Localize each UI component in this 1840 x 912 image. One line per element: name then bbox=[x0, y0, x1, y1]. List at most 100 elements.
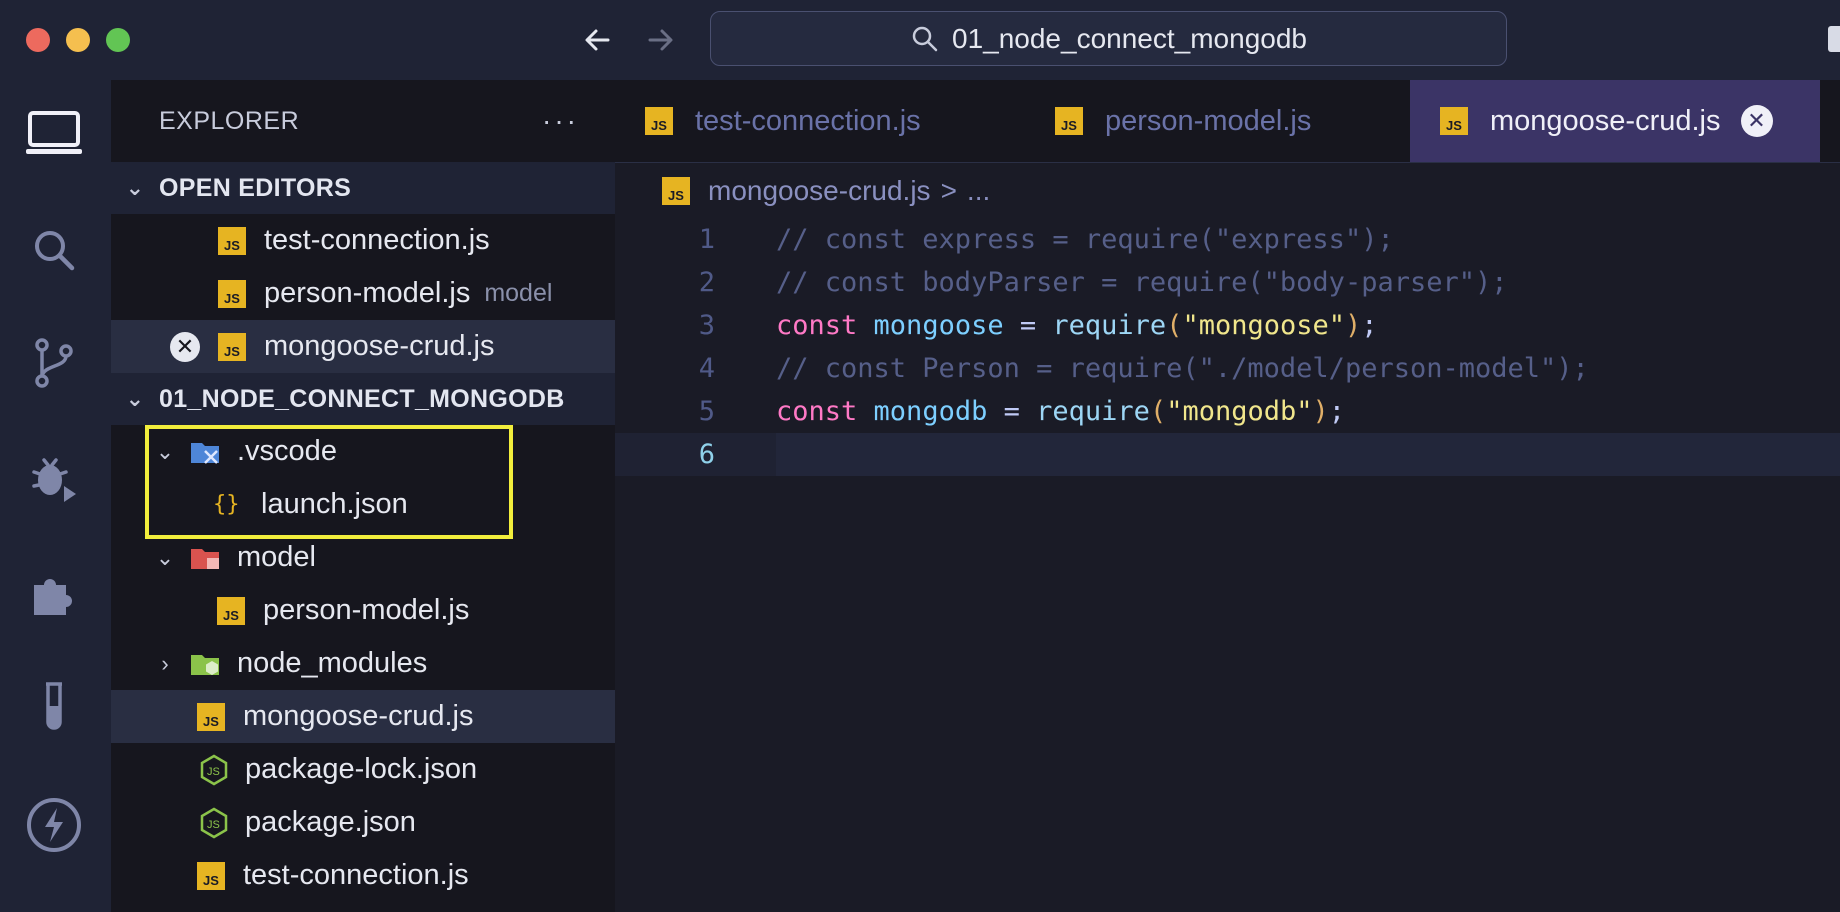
open-editor-description: model bbox=[484, 279, 553, 307]
tree-item-label: model bbox=[237, 541, 316, 573]
code-line[interactable]: 3 const mongoose = require("mongoose"); bbox=[615, 304, 1840, 347]
workspace-section-header[interactable]: ⌄ 01_NODE_CONNECT_MONGODB bbox=[111, 373, 615, 425]
code-token: require bbox=[1052, 310, 1167, 341]
close-tab-icon[interactable]: ✕ bbox=[1740, 105, 1773, 137]
current-line-highlight bbox=[776, 433, 1840, 476]
open-editors-title: OPEN EDITORS bbox=[159, 173, 352, 202]
minimize-window-button[interactable] bbox=[66, 28, 90, 52]
testing-icon[interactable] bbox=[22, 676, 86, 740]
tab-label: test-connection.js bbox=[695, 104, 921, 137]
code-token: const bbox=[776, 396, 858, 427]
tree-file-person-model[interactable]: JS person-model.js bbox=[111, 584, 615, 637]
tree-folder-node-modules[interactable]: › node_modules bbox=[111, 637, 615, 690]
open-editors-section-header[interactable]: ⌄ OPEN EDITORS bbox=[111, 162, 615, 214]
svg-text:JS: JS bbox=[207, 819, 220, 831]
tree-file-test-connection[interactable]: JS test-connection.js bbox=[111, 849, 615, 902]
tree-file-launch-json[interactable]: {} launch.json bbox=[111, 478, 615, 531]
forward-arrow-icon[interactable] bbox=[640, 20, 680, 60]
tree-file-package-json[interactable]: JS package.json bbox=[111, 796, 615, 849]
close-window-button[interactable] bbox=[26, 28, 50, 52]
open-editor-item[interactable]: ✕ JS mongoose-crud.js bbox=[111, 320, 615, 373]
editor-tabs: JS test-connection.js JS person-model.js… bbox=[615, 80, 1840, 162]
code-token: "mongodb" bbox=[1166, 396, 1313, 427]
tab-label: person-model.js bbox=[1105, 104, 1312, 137]
code-editor[interactable]: 1 // const express = require("express");… bbox=[615, 218, 1840, 476]
tab-mongoose-crud[interactable]: JS mongoose-crud.js ✕ bbox=[1410, 80, 1820, 162]
code-line[interactable]: 4 // const Person = require("./model/per… bbox=[615, 347, 1840, 390]
layout-toggle-icon[interactable] bbox=[1828, 26, 1840, 52]
javascript-file-icon: JS bbox=[218, 226, 246, 255]
explorer-title: EXPLORER bbox=[159, 106, 300, 135]
code-line-current[interactable]: 6 bbox=[615, 433, 1840, 476]
code-line[interactable]: 2 // const bodyParser = require("body-pa… bbox=[615, 261, 1840, 304]
back-arrow-icon[interactable] bbox=[578, 20, 618, 60]
command-center-search[interactable]: 01_node_connect_mongodb bbox=[710, 11, 1507, 66]
search-icon bbox=[910, 24, 940, 54]
javascript-file-icon: JS bbox=[645, 107, 673, 135]
javascript-file-icon: JS bbox=[1440, 107, 1468, 135]
tree-item-label: mongoose-crud.js bbox=[243, 700, 474, 732]
close-editor-icon[interactable]: ✕ bbox=[170, 331, 200, 362]
json-file-icon: {} bbox=[213, 492, 240, 517]
line-number: 1 bbox=[698, 224, 715, 255]
line-number: 5 bbox=[698, 396, 715, 427]
tree-item-label: package.json bbox=[245, 806, 416, 838]
code-token: ; bbox=[1361, 310, 1378, 341]
tree-folder-vscode[interactable]: ⌄ .vscode bbox=[111, 425, 615, 478]
code-token: require bbox=[1036, 396, 1150, 427]
tree-file-mongoose-crud[interactable]: JS mongoose-crud.js bbox=[111, 690, 615, 743]
code-text: // const express = require("express"); bbox=[776, 224, 1394, 255]
chevron-down-icon: ⌄ bbox=[155, 438, 175, 464]
tree-item-label: test-connection.js bbox=[243, 859, 469, 891]
extensions-icon[interactable] bbox=[22, 561, 86, 625]
open-editor-item[interactable]: JS test-connection.js bbox=[111, 214, 615, 267]
search-icon[interactable] bbox=[22, 218, 86, 282]
debug-icon[interactable] bbox=[22, 446, 86, 510]
open-editor-filename: person-model.js bbox=[264, 277, 471, 309]
code-token: ) bbox=[1312, 396, 1329, 427]
workspace-title: 01_NODE_CONNECT_MONGODB bbox=[159, 384, 565, 413]
chevron-down-icon: ⌄ bbox=[155, 544, 175, 570]
node-modules-folder-icon bbox=[191, 654, 219, 675]
code-token: = bbox=[1019, 310, 1037, 341]
open-editor-filename: test-connection.js bbox=[264, 224, 490, 256]
editor-area: JS test-connection.js JS person-model.js… bbox=[615, 80, 1840, 912]
explorer-sidebar: EXPLORER ··· ⌄ OPEN EDITORS JS test-conn… bbox=[111, 80, 615, 912]
tree-file-package-lock[interactable]: JS package-lock.json bbox=[111, 743, 615, 796]
source-control-icon[interactable] bbox=[22, 331, 86, 395]
breadcrumb-symbols[interactable]: ... bbox=[967, 175, 990, 207]
tree-item-label: package-lock.json bbox=[245, 753, 478, 785]
javascript-file-icon: JS bbox=[1055, 107, 1083, 135]
tree-item-label: person-model.js bbox=[263, 594, 470, 626]
breadcrumb-file[interactable]: mongoose-crud.js bbox=[708, 175, 931, 207]
maximize-window-button[interactable] bbox=[106, 28, 130, 52]
tab-test-connection[interactable]: JS test-connection.js bbox=[615, 80, 1025, 162]
breadcrumb: JS mongoose-crud.js > ... bbox=[615, 162, 1840, 218]
remote-icon[interactable] bbox=[22, 793, 86, 857]
code-line[interactable]: 5 const mongodb = require("mongodb"); bbox=[615, 390, 1840, 433]
title-bar: 01_node_connect_mongodb bbox=[0, 0, 1840, 80]
explorer-icon[interactable] bbox=[22, 102, 86, 166]
javascript-file-icon: JS bbox=[197, 702, 225, 731]
open-editor-item[interactable]: JS person-model.js model bbox=[111, 267, 615, 320]
code-text: // const Person = require("./model/perso… bbox=[776, 353, 1589, 384]
open-editor-filename: mongoose-crud.js bbox=[264, 330, 495, 362]
line-number: 6 bbox=[698, 439, 715, 470]
code-line[interactable]: 1 // const express = require("express"); bbox=[615, 218, 1840, 261]
code-token: ( bbox=[1149, 396, 1167, 427]
more-actions-button[interactable]: ··· bbox=[542, 105, 579, 137]
code-text: const mongoose = require("mongoose"); bbox=[776, 310, 1378, 341]
code-text: const mongodb = require("mongodb"); bbox=[776, 396, 1345, 427]
code-text: // const bodyParser = require("body-pars… bbox=[776, 267, 1508, 298]
code-token: mongoose bbox=[873, 310, 1004, 341]
tab-person-model[interactable]: JS person-model.js bbox=[1025, 80, 1410, 162]
tree-item-label: .vscode bbox=[237, 435, 337, 467]
model-folder-icon bbox=[191, 548, 219, 569]
line-number: 2 bbox=[698, 267, 715, 298]
tree-folder-model[interactable]: ⌄ model bbox=[111, 531, 615, 584]
